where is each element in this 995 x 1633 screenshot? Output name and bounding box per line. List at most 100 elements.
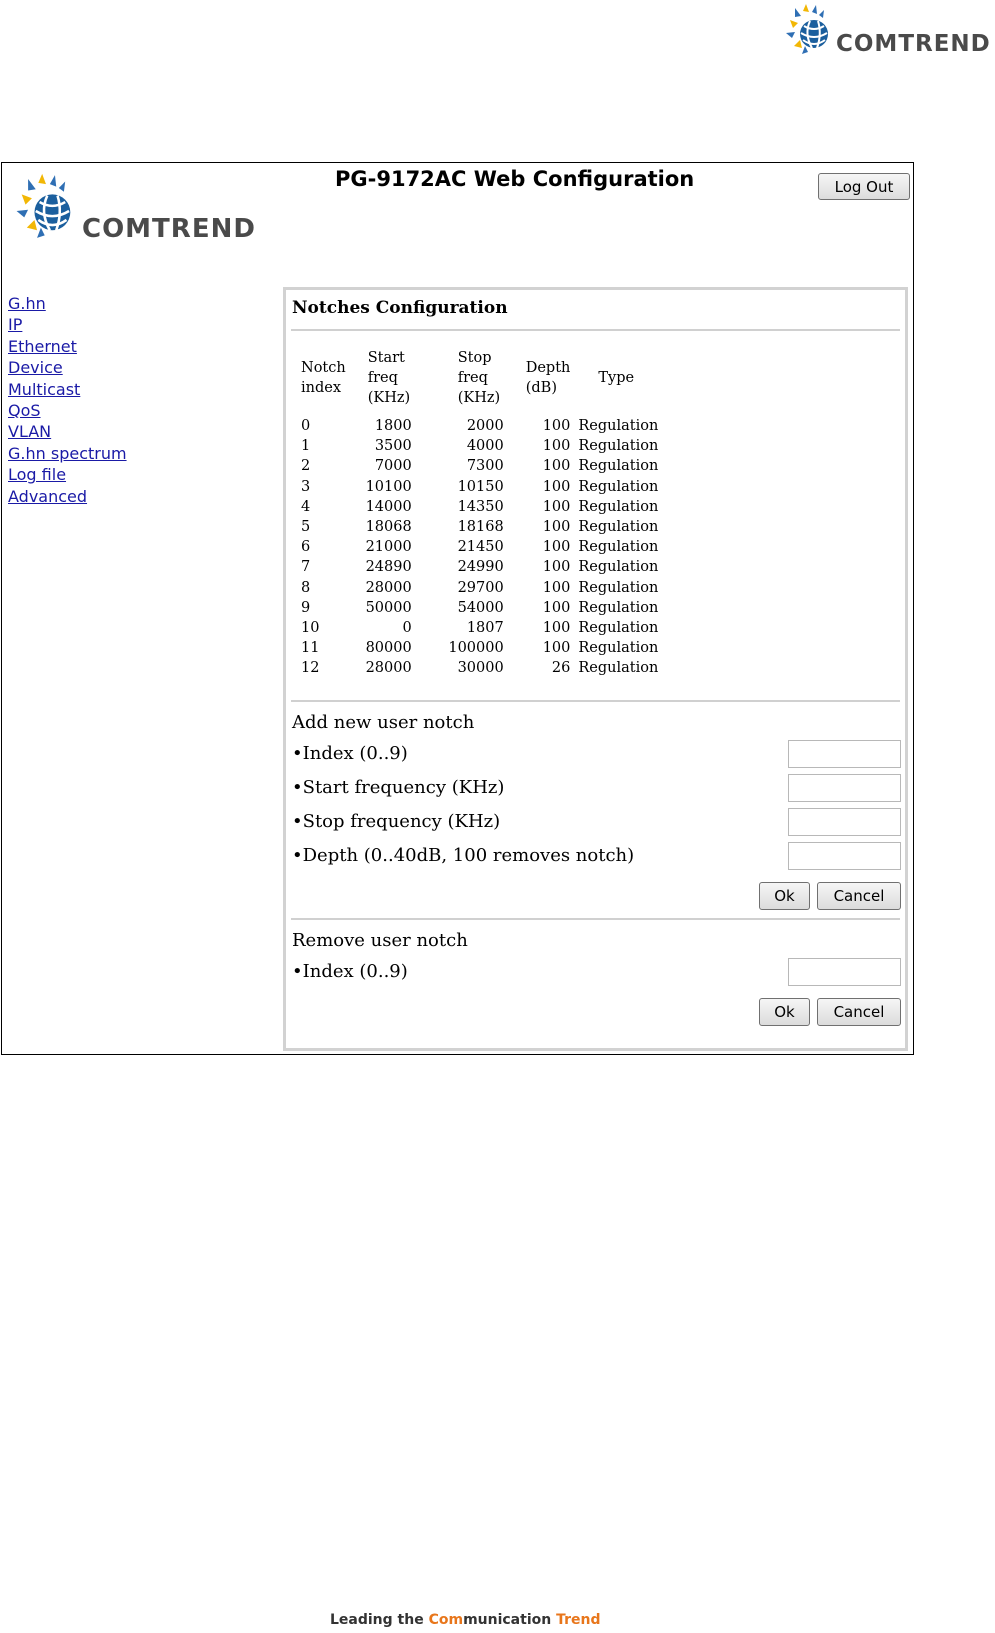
col-header-start-freq: Start freq (KHz): [350, 348, 416, 416]
divider: [291, 700, 900, 702]
sidebar-nav: G.hn IP Ethernet Device Multicast QoS VL…: [8, 293, 127, 507]
col-header-line: Depth: [525, 360, 571, 376]
col-header-line: (KHz): [367, 390, 411, 406]
col-header-notch-index: Notch index: [297, 348, 350, 416]
depth-cell: 100: [542, 438, 571, 455]
depth-cell: 100: [542, 620, 571, 637]
remove-ok-button[interactable]: Ok: [759, 998, 810, 1026]
depth-cell: 100: [542, 579, 571, 596]
comtrend-logo: COMTREND: [14, 171, 256, 251]
stop-frequency-input[interactable]: [788, 808, 901, 836]
notches-table: Notch index Start freq (KHz) Stop freq (…: [297, 348, 662, 679]
stop-freq-cell: 1807: [466, 620, 504, 637]
col-header-depth: Depth (dB): [508, 348, 575, 416]
type-cell: Regulation: [578, 559, 659, 576]
type-cell: Regulation: [578, 660, 659, 677]
notch-index-cell: 12: [301, 660, 320, 677]
table-row: 11 80000 100000 100 Regulation: [297, 638, 662, 658]
stop-freq-cell: 24990: [457, 559, 504, 576]
type-cell: Regulation: [578, 458, 659, 475]
table-row: 12 28000 30000 26 Regulation: [297, 658, 662, 678]
sidebar-item-advanced[interactable]: Advanced: [8, 486, 127, 507]
depth-cell: 100: [542, 640, 571, 657]
brand-wordmark: COMTREND: [82, 214, 256, 244]
sidebar-item-ip[interactable]: IP: [8, 314, 127, 335]
table-header-row: Notch index Start freq (KHz) Stop freq (…: [297, 348, 662, 416]
sidebar-item-vlan[interactable]: VLAN: [8, 421, 127, 442]
type-cell: Regulation: [578, 478, 659, 495]
add-ok-button[interactable]: Ok: [759, 882, 810, 910]
type-cell: Regulation: [578, 418, 659, 434]
sidebar-item-ethernet[interactable]: Ethernet: [8, 336, 127, 357]
comtrend-logo: COMTREND: [784, 2, 991, 64]
start-freq-cell: 7000: [374, 458, 412, 475]
table-row: 2 7000 7300 100 Regulation: [297, 456, 662, 476]
divider: [291, 918, 900, 920]
sidebar-item-log-file[interactable]: Log file: [8, 464, 127, 485]
depth-cell: 100: [542, 498, 571, 515]
stop-freq-cell: 10150: [457, 478, 504, 495]
comtrend-globe-icon: [16, 173, 71, 238]
sidebar-item-ghn[interactable]: G.hn: [8, 293, 127, 314]
depth-cell: 26: [551, 660, 571, 677]
depth-cell: 100: [542, 478, 571, 495]
start-freq-cell: 1800: [374, 418, 412, 434]
notch-index-cell: 2: [301, 458, 311, 475]
stop-freq-cell: 54000: [457, 599, 504, 616]
sidebar-item-qos[interactable]: QoS: [8, 400, 127, 421]
notch-index-cell: 6: [301, 539, 311, 556]
depth-cell: 100: [542, 418, 571, 434]
table-row: 10 0 1807 100 Regulation: [297, 618, 662, 638]
notch-index-cell: 0: [301, 418, 311, 434]
depth-input[interactable]: [788, 842, 901, 870]
depth-cell: 100: [542, 458, 571, 475]
type-cell: Regulation: [578, 620, 659, 637]
add-index-input[interactable]: [788, 740, 901, 768]
type-cell: Regulation: [578, 579, 659, 596]
stop-freq-cell: 21450: [457, 539, 504, 556]
stop-freq-cell: 2000: [466, 418, 504, 434]
logout-button[interactable]: Log Out: [818, 173, 910, 200]
remove-index-input[interactable]: [788, 958, 901, 986]
notch-index-cell: 1: [301, 438, 311, 455]
start-freq-cell: 50000: [365, 599, 412, 616]
col-header-line: Start freq: [367, 350, 405, 386]
sidebar-item-ghn-spectrum[interactable]: G.hn spectrum: [8, 443, 127, 464]
notch-index-cell: 10: [301, 620, 320, 637]
notch-index-cell: 7: [301, 559, 311, 576]
page-title: PG-9172AC Web Configuration: [335, 167, 695, 191]
start-freq-cell: 80000: [365, 640, 412, 657]
depth-cell: 100: [542, 519, 571, 536]
start-freq-cell: 0: [402, 620, 412, 637]
depth-cell: 100: [542, 559, 571, 576]
type-cell: Regulation: [578, 539, 659, 556]
add-cancel-button[interactable]: Cancel: [817, 882, 901, 910]
type-cell: Regulation: [578, 519, 659, 536]
remove-notch-title: Remove user notch: [292, 930, 468, 951]
depth-cell: 100: [542, 539, 571, 556]
table-row: 7 24890 24990 100 Regulation: [297, 557, 662, 577]
notch-index-cell: 4: [301, 498, 311, 515]
remove-index-label: •Index (0..9): [292, 961, 408, 982]
start-freq-cell: 18068: [365, 519, 412, 536]
col-header-line: Notch: [301, 360, 346, 376]
stop-freq-cell: 4000: [466, 438, 504, 455]
col-header-stop-freq: Stop freq (KHz): [416, 348, 508, 416]
start-frequency-input[interactable]: [788, 774, 901, 802]
notches-panel: Notches Configuration Notch index Start …: [283, 287, 908, 1051]
sidebar-item-multicast[interactable]: Multicast: [8, 379, 127, 400]
col-header-line: Stop freq: [457, 350, 492, 386]
table-row: 9 50000 54000 100 Regulation: [297, 598, 662, 618]
remove-cancel-button[interactable]: Cancel: [817, 998, 901, 1026]
stop-frequency-label: •Stop frequency (KHz): [292, 811, 501, 832]
stop-freq-cell: 18168: [457, 519, 504, 536]
start-freq-cell: 21000: [365, 539, 412, 556]
start-freq-cell: 28000: [365, 579, 412, 596]
section-title: Notches Configuration: [292, 298, 508, 318]
start-freq-cell: 24890: [365, 559, 412, 576]
tagline-accent: Trend: [556, 1612, 601, 1628]
add-index-label: •Index (0..9): [292, 743, 408, 764]
stop-freq-cell: 7300: [466, 458, 504, 475]
sidebar-item-device[interactable]: Device: [8, 357, 127, 378]
add-notch-title: Add new user notch: [292, 712, 475, 733]
